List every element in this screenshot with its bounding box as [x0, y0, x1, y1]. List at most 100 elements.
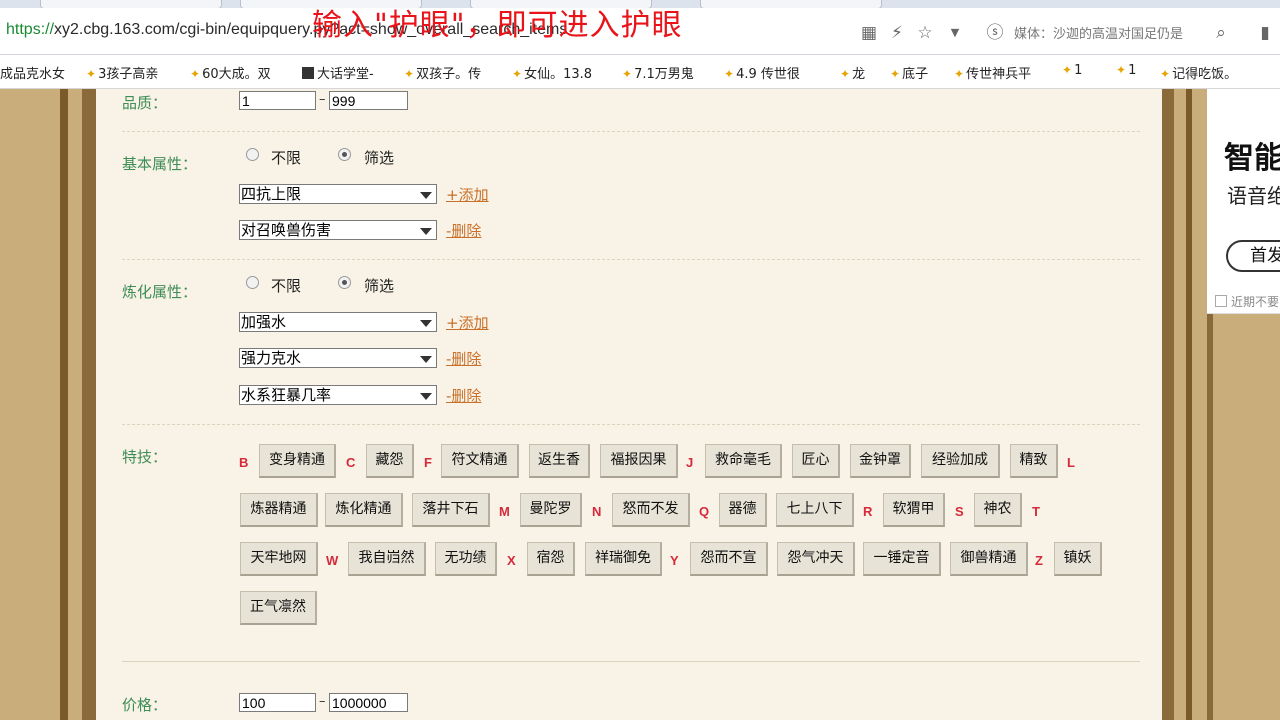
basic-attr-select[interactable]: 对召唤兽伤害 [239, 220, 437, 240]
basic-attr-radio-filter[interactable] [338, 148, 351, 161]
index-letter: S [955, 504, 964, 519]
skill-button[interactable]: 怒而不发 [612, 493, 690, 527]
skill-button[interactable]: 炼器精通 [240, 493, 318, 527]
bookmark-star-icon: ✦ [724, 67, 735, 81]
skill-button[interactable]: 匠心 [792, 444, 840, 478]
basic-attr-select[interactable]: 四抗上限 [239, 184, 437, 204]
bookmark-item[interactable]: ✦ 1 [1116, 63, 1136, 78]
side-ad-panel[interactable]: 智能 语音绝 首发 近期不要 [1207, 89, 1280, 314]
skill-button[interactable]: 御兽精通 [950, 542, 1028, 576]
bookmark-item[interactable]: ✦ 3孩子高亲 [86, 63, 158, 82]
delete-attr-link[interactable]: -删除 [446, 348, 481, 369]
bookmark-item[interactable]: ✦ 传世神兵平 [954, 63, 1031, 82]
ad-button[interactable]: 首发 [1226, 240, 1280, 272]
refine-attr-select[interactable]: 加强水 [239, 312, 437, 332]
chevron-down-icon[interactable]: ▼ [944, 22, 966, 44]
refine-attr-select[interactable]: 强力克水 [239, 348, 437, 368]
skill-button[interactable]: 无功绩 [435, 542, 497, 576]
range-dash: – [319, 92, 326, 107]
bookmark-item[interactable]: ✦ 60大成。双 [190, 63, 271, 82]
extension-icon[interactable]: ▮ [1254, 22, 1276, 44]
basic-attr-radio-filter-label: 筛选 [364, 149, 395, 167]
bookmark-item[interactable]: ✦ 1 [1062, 63, 1082, 78]
delete-attr-link[interactable]: -删除 [446, 385, 481, 406]
skill-button[interactable]: 落井下石 [412, 493, 490, 527]
refine-attr-radio-filter[interactable] [338, 276, 351, 289]
index-letter: M [499, 504, 510, 519]
skill-button[interactable]: 金钟罩 [850, 444, 911, 478]
skill-button[interactable]: 经验加成 [921, 444, 1000, 478]
bookmark-label: 双孩子。传 [416, 67, 482, 82]
skill-button[interactable]: 一锤定音 [863, 542, 941, 576]
add-attr-link[interactable]: +添加 [446, 312, 489, 333]
ad-checkbox[interactable]: 近期不要 [1215, 293, 1279, 310]
checkbox-box[interactable] [1215, 295, 1227, 307]
search-engine-icon[interactable]: ⓢ [984, 22, 1006, 44]
bookmark-star-icon: ✦ [840, 67, 851, 81]
bookmark-star-icon: ✦ [890, 67, 901, 81]
chevron-down-icon [420, 320, 432, 327]
skill-button[interactable]: 器德 [719, 493, 767, 527]
skill-button[interactable]: 天牢地网 [240, 542, 318, 576]
skill-button[interactable]: 符文精通 [441, 444, 519, 478]
qr-code-icon[interactable]: ▦ [858, 22, 880, 44]
bookmark-item[interactable]: ✦ 记得吃饭。 [1160, 63, 1237, 82]
basic-attr-radio-none[interactable] [246, 148, 259, 161]
skill-button[interactable]: 变身精通 [259, 444, 336, 478]
bookmark-label: 3孩子高亲 [98, 67, 159, 82]
bookmark-item[interactable]: ✦ 女仙。13.8 [512, 63, 592, 82]
divider [122, 661, 1140, 662]
bookmark-item[interactable]: ✦ 4.9 传世很 [724, 63, 800, 82]
bookmark-item[interactable]: 大话学堂- [302, 63, 374, 82]
star-icon[interactable]: ☆ [914, 22, 936, 44]
index-letter: F [424, 455, 432, 470]
index-letter: L [1067, 455, 1075, 470]
index-letter: T [1032, 504, 1040, 519]
bookmark-item[interactable]: 成品克水女 [0, 63, 65, 82]
delete-attr-link[interactable]: -删除 [446, 220, 481, 241]
lightning-icon[interactable]: ⚡ [886, 22, 908, 44]
chevron-down-icon [420, 393, 432, 400]
skills-label: 特技： [122, 448, 168, 466]
skill-button[interactable]: 祥瑞御免 [585, 542, 662, 576]
bookmark-label: 传世神兵平 [966, 67, 1032, 82]
price-label: 价格： [122, 696, 168, 714]
price-max-input[interactable]: 1000000 [329, 693, 408, 712]
page-frame-left [0, 89, 96, 720]
skill-button[interactable]: 藏怨 [366, 444, 414, 478]
skill-button[interactable]: 曼陀罗 [520, 493, 582, 527]
skill-button[interactable]: 怨而不宣 [690, 542, 768, 576]
page-frame-right [1162, 89, 1207, 720]
bookmark-item[interactable]: ✦ 7.1万男鬼 [622, 63, 694, 82]
index-letter: N [592, 504, 602, 519]
search-icon[interactable]: ⌕ [1210, 22, 1232, 44]
quality-min-input[interactable]: 1 [239, 91, 316, 110]
skill-button[interactable]: 福报因果 [600, 444, 678, 478]
price-min-input[interactable]: 100 [239, 693, 316, 712]
skill-button[interactable]: 软猬甲 [883, 493, 945, 527]
skill-button[interactable]: 宿怨 [527, 542, 575, 576]
bookmark-site-icon [302, 67, 314, 79]
skill-button[interactable]: 返生香 [529, 444, 590, 478]
skill-button[interactable]: 神农 [974, 493, 1022, 527]
media-news-text[interactable]: 媒体：沙迦的高温对国足仍是 [1014, 23, 1206, 42]
skill-button[interactable]: 镇妖 [1054, 542, 1102, 576]
skill-button[interactable]: 我自岿然 [348, 542, 426, 576]
skill-button[interactable]: 七上八下 [776, 493, 854, 527]
skill-button[interactable]: 正气凛然 [240, 591, 317, 625]
add-attr-link[interactable]: +添加 [446, 184, 489, 205]
bookmark-item[interactable]: ✦ 双孩子。传 [404, 63, 481, 82]
skill-button[interactable]: 炼化精通 [325, 493, 403, 527]
bookmark-star-icon: ✦ [404, 67, 415, 81]
skill-button[interactable]: 怨气冲天 [777, 542, 855, 576]
index-letter: Y [670, 553, 679, 568]
bookmark-item[interactable]: ✦ 龙 [840, 63, 865, 82]
chevron-down-icon [420, 228, 432, 235]
skill-button[interactable]: 救命毫毛 [705, 444, 782, 478]
refine-attr-radio-none[interactable] [246, 276, 259, 289]
refine-attr-select[interactable]: 水系狂暴几率 [239, 385, 437, 405]
bookmark-item[interactable]: ✦ 底子 [890, 63, 928, 82]
quality-max-input[interactable]: 999 [329, 91, 408, 110]
skill-button[interactable]: 精致 [1010, 444, 1058, 478]
divider [122, 131, 1140, 132]
